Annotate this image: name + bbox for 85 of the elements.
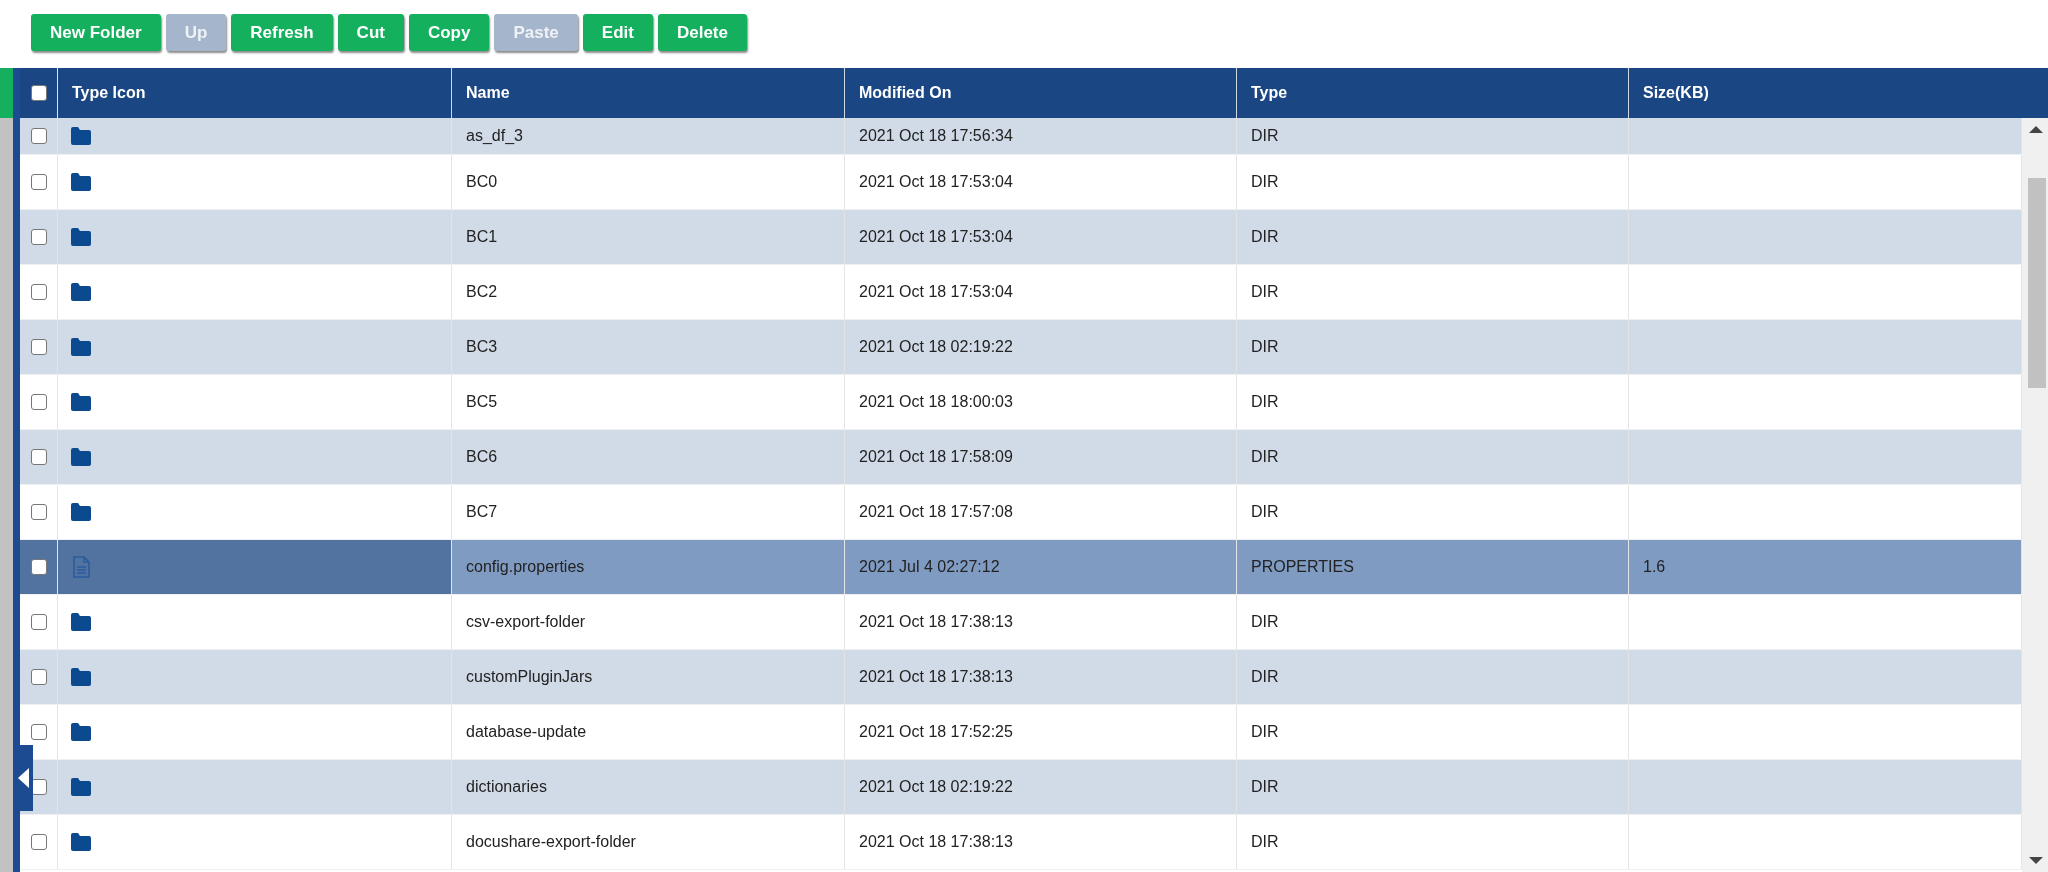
type-cell: DIR (1251, 833, 1279, 851)
name-cell: customPluginJars (466, 668, 593, 686)
folder-icon (70, 125, 92, 147)
folder-icon (70, 501, 92, 523)
checkbox[interactable] (30, 834, 47, 850)
document-icon (70, 556, 92, 578)
type-cell: DIR (1251, 613, 1279, 631)
folder-icon (70, 391, 92, 413)
checkbox[interactable] (30, 559, 47, 575)
date-cell: 2021 Oct 18 02:19:22 (859, 778, 1013, 796)
checkbox[interactable] (30, 669, 47, 685)
type-cell: DIR (1251, 393, 1279, 411)
type-cell: PROPERTIES (1251, 558, 1354, 576)
folder-icon (70, 226, 92, 248)
date-cell: 2021 Oct 18 17:53:04 (859, 173, 1013, 191)
type-cell: DIR (1251, 127, 1279, 145)
date-cell: 2021 Oct 18 02:19:22 (859, 338, 1013, 356)
checkbox[interactable] (30, 504, 47, 520)
name-cell: BC2 (466, 283, 498, 301)
name-cell: config.properties (466, 558, 585, 576)
date-cell: 2021 Oct 18 17:57:08 (859, 503, 1013, 521)
type-cell: DIR (1251, 283, 1279, 301)
date-cell: 2021 Oct 18 17:56:34 (859, 127, 1013, 145)
name-cell: csv-export-folder (466, 613, 586, 631)
folder-icon (70, 721, 92, 743)
folder-icon (70, 336, 92, 358)
checkbox[interactable] (30, 449, 47, 465)
type-cell: DIR (1251, 668, 1279, 686)
type-cell: DIR (1251, 778, 1279, 796)
checkbox[interactable] (30, 614, 47, 630)
folder-icon (70, 666, 92, 688)
name-cell: BC0 (466, 173, 498, 191)
date-cell: 2021 Oct 18 17:53:04 (859, 283, 1013, 301)
type-cell: DIR (1251, 173, 1279, 191)
checkbox[interactable] (30, 85, 47, 101)
table-row[interactable]: customPluginJars 2021 Oct 18 17:38:13 DIR (20, 650, 2022, 705)
checkbox[interactable] (30, 174, 47, 190)
date-cell: 2021 Oct 18 17:53:04 (859, 228, 1013, 246)
folder-icon (70, 831, 92, 853)
folder-icon (70, 171, 92, 193)
name-cell: database-update (466, 723, 587, 741)
column-header[interactable]: Name (466, 84, 510, 102)
date-cell: 2021 Jul 4 02:27:12 (859, 558, 1000, 576)
name-cell: docushare-export-folder (466, 833, 636, 851)
checkbox[interactable] (30, 724, 47, 740)
name-cell: BC5 (466, 393, 498, 411)
date-cell: 2021 Oct 18 17:38:13 (859, 833, 1013, 851)
table-row[interactable]: dictionaries 2021 Oct 18 02:19:22 DIR (20, 760, 2022, 815)
type-cell: DIR (1251, 503, 1279, 521)
table-row[interactable]: docushare-export-folder 2021 Oct 18 17:38:13 DIR (20, 815, 2022, 870)
type-cell: DIR (1251, 338, 1279, 356)
folder-icon (70, 281, 92, 303)
checkbox[interactable] (30, 339, 47, 355)
column-header[interactable]: Size(KB) (1643, 84, 1709, 102)
date-cell: 2021 Oct 18 17:38:13 (859, 668, 1013, 686)
name-cell: as_df_3 (466, 127, 523, 145)
column-header[interactable]: Type Icon (72, 84, 146, 102)
type-cell: DIR (1251, 448, 1279, 466)
size-cell: 1.6 (1643, 558, 1666, 576)
date-cell: 2021 Oct 18 18:00:03 (859, 393, 1013, 411)
name-cell: BC7 (466, 503, 498, 521)
table-row[interactable]: as_df_3 2021 Oct 18 17:56:34 DIR (20, 118, 2022, 155)
name-cell: BC3 (466, 338, 498, 356)
table-row[interactable]: BC1 2021 Oct 18 17:53:04 DIR (20, 210, 2022, 265)
checkbox[interactable] (30, 229, 47, 245)
date-cell: 2021 Oct 18 17:38:13 (859, 613, 1013, 631)
table-row[interactable]: config.properties 2021 Jul 4 02:27:12 PROPERTIES 1.6 (20, 540, 2022, 595)
checkbox[interactable] (30, 128, 47, 144)
checkbox[interactable] (30, 284, 47, 300)
scrollbar[interactable] (2022, 118, 2048, 872)
column-header[interactable]: Type (1251, 84, 1288, 102)
table-row[interactable]: BC6 2021 Oct 18 17:58:09 DIR (20, 430, 2022, 485)
folder-icon (70, 776, 92, 798)
checkbox[interactable] (30, 394, 47, 410)
type-cell: DIR (1251, 723, 1279, 741)
type-cell: DIR (1251, 228, 1279, 246)
column-header[interactable]: Modified On (859, 84, 952, 102)
date-cell: 2021 Oct 18 17:58:09 (859, 448, 1013, 466)
folder-icon (70, 611, 92, 633)
date-cell: 2021 Oct 18 17:52:25 (859, 723, 1013, 741)
table-row[interactable]: BC3 2021 Oct 18 02:19:22 DIR (20, 320, 2022, 375)
name-cell: BC1 (466, 228, 498, 246)
name-cell: BC6 (466, 448, 498, 466)
name-cell: dictionaries (466, 778, 547, 796)
folder-icon (70, 446, 92, 468)
